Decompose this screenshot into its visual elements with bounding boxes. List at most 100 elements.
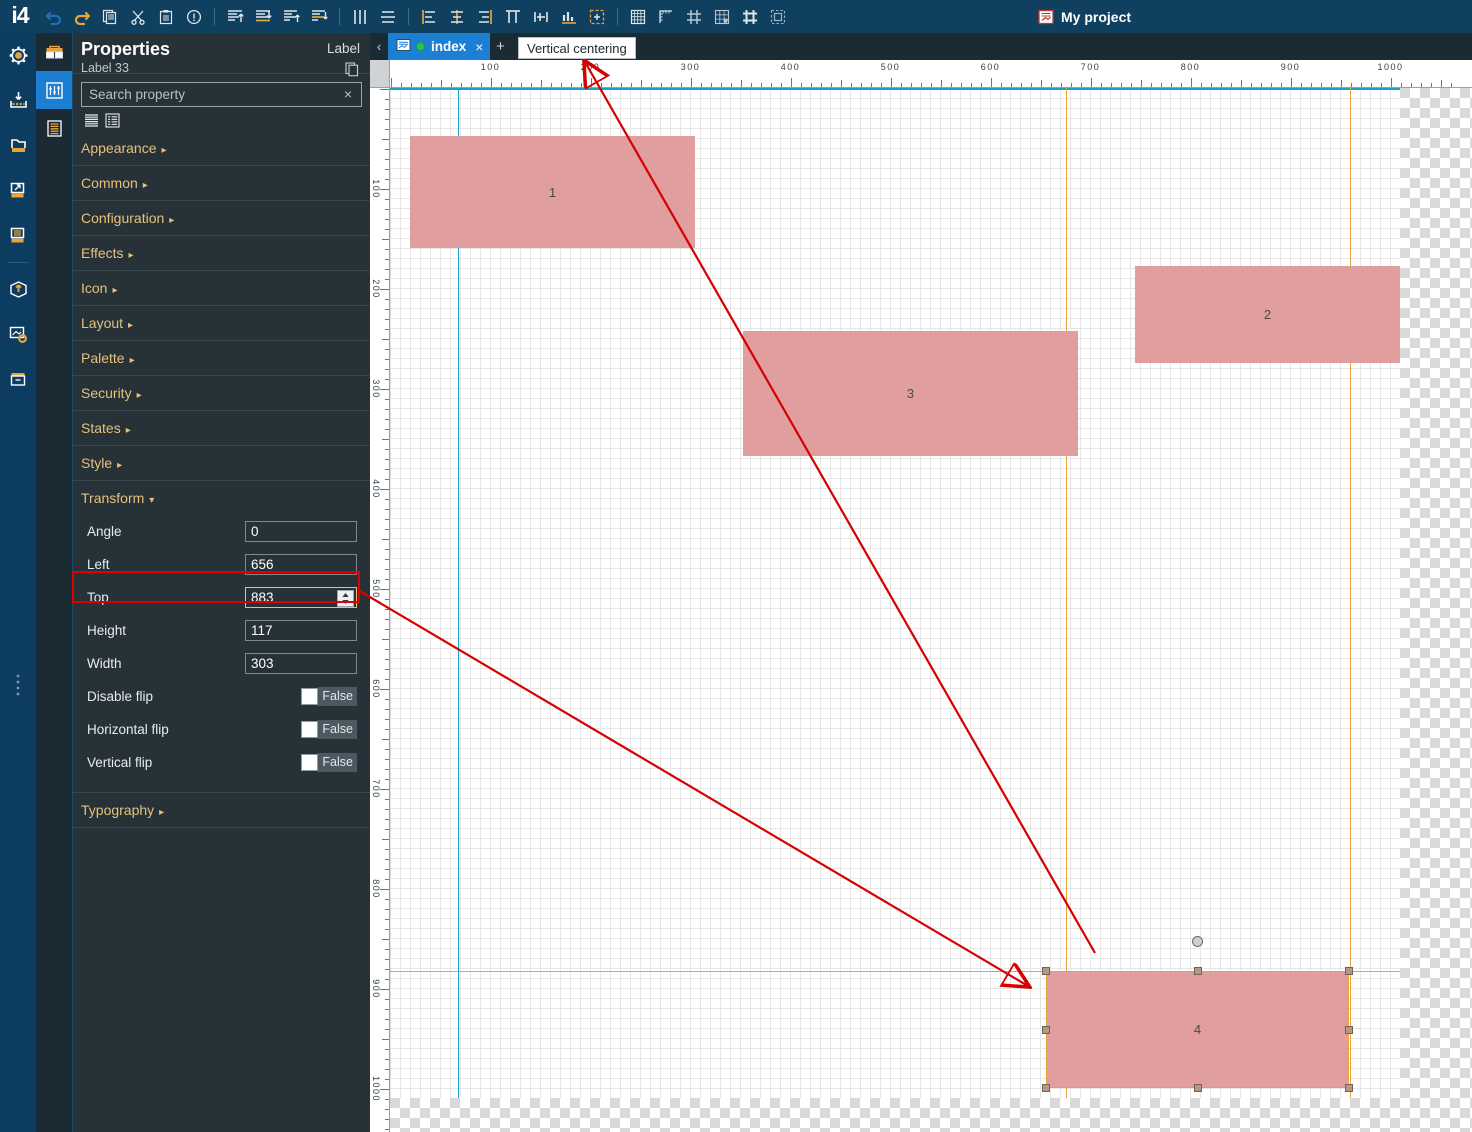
undo-icon[interactable]: [41, 4, 67, 30]
redo-icon[interactable]: [69, 4, 95, 30]
ruler-icon[interactable]: [653, 4, 679, 30]
bool-control-vertical-flip[interactable]: False: [301, 753, 357, 772]
handle-ne[interactable]: [1345, 967, 1353, 975]
property-section-common[interactable]: Common ▸: [73, 166, 370, 201]
grid-dense-icon[interactable]: [737, 4, 763, 30]
copy-icon[interactable]: [97, 4, 123, 30]
search-box[interactable]: ×: [81, 82, 362, 107]
property-section-states[interactable]: States ▸: [73, 411, 370, 446]
ruler-tick: [385, 278, 389, 280]
same-size-icon[interactable]: [556, 4, 582, 30]
info-icon[interactable]: [181, 4, 207, 30]
checkbox[interactable]: [301, 721, 318, 738]
input-field[interactable]: [246, 555, 356, 574]
property-section-configuration[interactable]: Configuration ▸: [73, 201, 370, 236]
align-top-icon[interactable]: [222, 4, 248, 30]
grid-icon[interactable]: [625, 4, 651, 30]
horizontal-ruler[interactable]: 100 200 300 400 500 600 700 800 900 1000: [390, 60, 1472, 88]
drag-dots-handle[interactable]: [0, 655, 36, 715]
checkbox[interactable]: [301, 688, 318, 705]
handle-sw[interactable]: [1042, 1084, 1050, 1092]
bool-control-horizontal-flip[interactable]: False: [301, 720, 357, 739]
panel-tab-properties[interactable]: [36, 71, 72, 109]
panel-tab-outline[interactable]: [36, 109, 72, 147]
ruler-tick: [890, 78, 892, 87]
align-middle-icon[interactable]: [278, 4, 304, 30]
design-page[interactable]: 1234: [390, 88, 1400, 1098]
sidebar-item-download[interactable]: [0, 78, 36, 123]
handle-e[interactable]: [1345, 1025, 1353, 1034]
align-center-vertical-icon[interactable]: [347, 4, 373, 30]
align-center-horizontal-icon[interactable]: [375, 4, 401, 30]
align-center-icon[interactable]: [444, 4, 470, 30]
sidebar-item-settings[interactable]: [0, 33, 36, 78]
property-section-palette[interactable]: Palette ▸: [73, 341, 370, 376]
property-input-width[interactable]: [245, 653, 357, 674]
sidebar-item-pages[interactable]: [0, 123, 36, 168]
canvas-object-2[interactable]: 2: [1135, 266, 1400, 363]
align-right-icon[interactable]: [472, 4, 498, 30]
input-field[interactable]: [246, 621, 356, 640]
handle-w[interactable]: [1042, 1025, 1050, 1034]
handle-se[interactable]: [1345, 1084, 1353, 1092]
snap-grid-icon[interactable]: [681, 4, 707, 30]
cut-icon[interactable]: [125, 4, 151, 30]
distribute-vertical-icon[interactable]: [306, 4, 332, 30]
tab-status-dot: [416, 42, 425, 51]
view-mode-flat[interactable]: [83, 112, 100, 129]
handle-s[interactable]: [1193, 1084, 1202, 1092]
same-height-icon[interactable]: [528, 4, 554, 30]
spinner-stepper[interactable]: [337, 590, 354, 607]
select-bounds-icon[interactable]: [584, 4, 610, 30]
property-section-style[interactable]: Style ▸: [73, 446, 370, 481]
property-input-angle[interactable]: [245, 521, 357, 542]
group-icon[interactable]: [765, 4, 791, 30]
input-field[interactable]: [246, 654, 356, 673]
rotate-handle[interactable]: [1192, 936, 1203, 947]
copy-icon[interactable]: [345, 62, 360, 80]
tab-scroll-prev[interactable]: ‹: [370, 33, 388, 60]
sidebar-item-image-settings[interactable]: [0, 312, 36, 357]
canvas-object-3[interactable]: 3: [743, 331, 1078, 456]
close-icon[interactable]: ×: [340, 86, 356, 103]
input-field[interactable]: [246, 522, 356, 541]
grid-settings-icon[interactable]: [709, 4, 735, 30]
property-section-icon[interactable]: Icon ▸: [73, 271, 370, 306]
property-input-height[interactable]: [245, 620, 357, 641]
handle-n[interactable]: [1193, 967, 1202, 975]
ruler-tick: [1300, 83, 1302, 87]
ruler-tick: [385, 1058, 389, 1060]
align-left-icon[interactable]: [416, 4, 442, 30]
close-icon[interactable]: ×: [475, 39, 483, 55]
ruler-tick: [390, 78, 392, 87]
property-section-security[interactable]: Security ▸: [73, 376, 370, 411]
add-tab-button[interactable]: +: [490, 33, 510, 60]
property-input-top[interactable]: [245, 587, 357, 608]
paste-icon[interactable]: [153, 4, 179, 30]
vertical-ruler[interactable]: 100 200 300 400 500 600 700 800 900 1000: [370, 88, 390, 1132]
tab-index[interactable]: index ×: [388, 33, 491, 60]
property-section-appearance[interactable]: Appearance ▸: [73, 131, 370, 166]
property-section-layout[interactable]: Layout ▸: [73, 306, 370, 341]
property-input-left[interactable]: [245, 554, 357, 575]
property-section-typography[interactable]: Typography ▸: [73, 792, 370, 828]
bool-control-disable-flip[interactable]: False: [301, 687, 357, 706]
checkbox[interactable]: [301, 754, 318, 771]
guide-vertical[interactable]: [1066, 88, 1067, 1098]
guide-vertical[interactable]: [1350, 88, 1351, 1098]
sidebar-item-list[interactable]: [0, 213, 36, 258]
canvas-viewport[interactable]: 1234: [390, 88, 1472, 1132]
align-bottom-icon[interactable]: [250, 4, 276, 30]
sidebar-item-export[interactable]: [0, 168, 36, 213]
sidebar-item-deploy[interactable]: [0, 267, 36, 312]
property-section-transform[interactable]: Transform ▾: [73, 481, 370, 515]
canvas-object-1[interactable]: 1: [410, 136, 695, 248]
same-width-icon[interactable]: [500, 4, 526, 30]
search-input[interactable]: [82, 83, 361, 106]
sidebar-item-archive[interactable]: [0, 357, 36, 402]
view-mode-grouped[interactable]: [104, 112, 121, 129]
handle-nw[interactable]: [1042, 967, 1050, 975]
property-section-effects[interactable]: Effects ▸: [73, 236, 370, 271]
panel-tab-toolbox[interactable]: [36, 33, 72, 71]
